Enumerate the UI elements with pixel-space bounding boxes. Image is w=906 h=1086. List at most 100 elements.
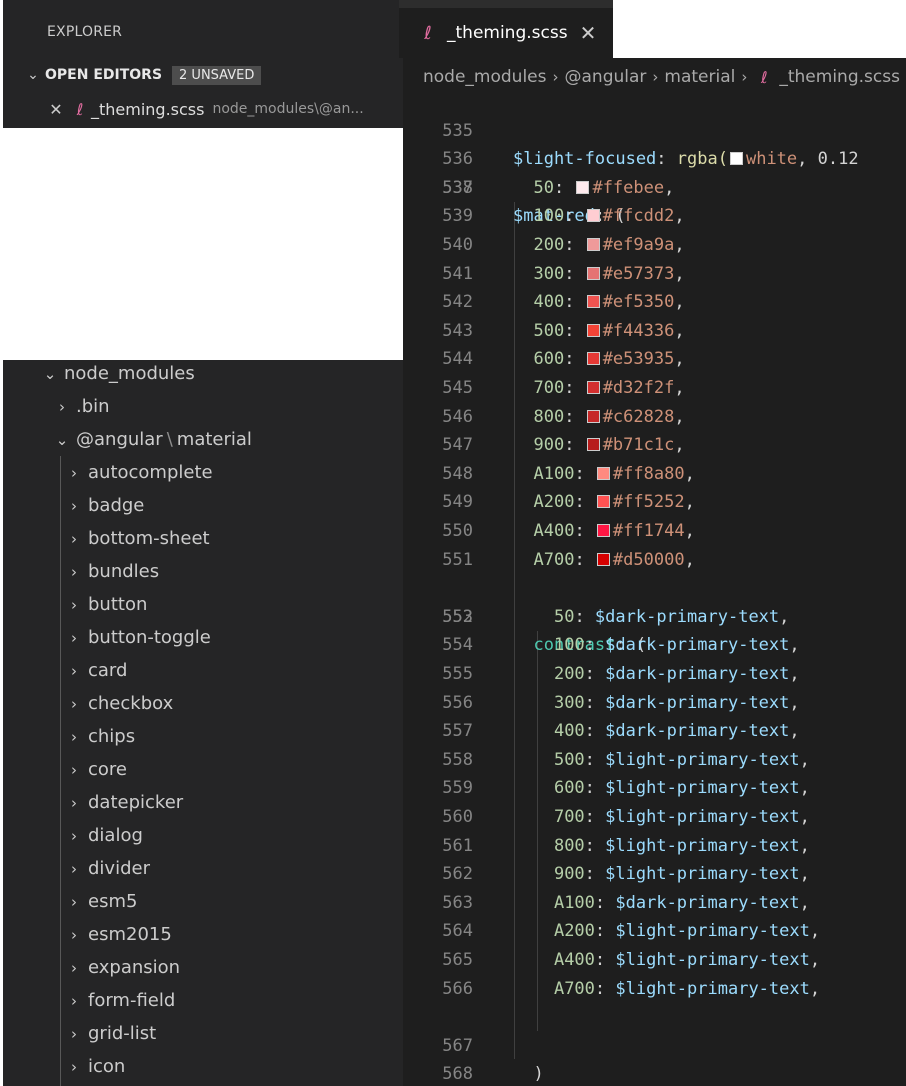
tree-folder-angular-material[interactable]: ⌄ @angular \ material: [51, 423, 252, 456]
code-variable: $light-primary-text: [605, 778, 800, 799]
unsaved-badge: 2 UNSAVED: [172, 65, 262, 85]
color-swatch[interactable]: [586, 438, 600, 452]
tree-label: button: [88, 594, 148, 615]
tree-folder-card[interactable]: › card: [63, 654, 127, 687]
tree-folder-button[interactable]: › button: [63, 588, 147, 621]
tree-folder-chips[interactable]: › chips: [63, 720, 135, 753]
code-line: 561 800: $light-primary-text,: [403, 832, 906, 861]
code-key: A400: [553, 950, 595, 970]
tree-folder-icon[interactable]: › icon: [63, 1050, 125, 1083]
chevron-right-icon: ›: [552, 68, 559, 86]
tree-label: @angular: [76, 429, 163, 450]
tree-folder-dialog[interactable]: › dialog: [63, 819, 143, 852]
color-swatch[interactable]: [596, 552, 610, 566]
code-key: A700: [533, 549, 575, 570]
tree-folder-expansion[interactable]: › expansion: [63, 951, 180, 984]
color-swatch[interactable]: [586, 209, 600, 223]
tree-label: chips: [88, 726, 136, 747]
chevron-right-icon: ›: [71, 694, 77, 713]
tree-label: expansion: [88, 957, 181, 978]
color-swatch[interactable]: [586, 238, 600, 251]
code-variable: $dark-primary-text: [605, 635, 790, 656]
color-swatch[interactable]: [596, 466, 610, 480]
code-line: 541 300: #e57373,: [403, 260, 906, 289]
color-swatch[interactable]: [596, 524, 610, 537]
breadcrumb-material[interactable]: material: [664, 67, 735, 87]
code-variable: $light-primary-text: [615, 978, 810, 999]
code-line: 546 800: #c62828,: [403, 403, 906, 432]
tree-folder-badge[interactable]: › badge: [63, 489, 144, 522]
code-variable: $light-primary-text: [615, 950, 810, 970]
code-line: 554 100: $dark-primary-text,: [403, 631, 906, 660]
code-key: 600: [533, 349, 565, 370]
tree-folder-bin[interactable]: › .bin: [51, 390, 110, 423]
code-key: 300: [553, 692, 585, 713]
color-swatch[interactable]: [586, 295, 600, 309]
tab-label: _theming.scss: [447, 23, 568, 43]
breadcrumb-file[interactable]: _theming.scss: [779, 67, 900, 87]
close-icon[interactable]: ✕: [580, 21, 597, 45]
tree-folder-checkbox[interactable]: › checkbox: [63, 687, 173, 720]
color-swatch[interactable]: [586, 323, 600, 337]
color-swatch[interactable]: [596, 495, 610, 509]
color-swatch[interactable]: [586, 352, 600, 366]
open-editors-section[interactable]: ⌄ OPEN EDITORS 2 UNSAVED: [21, 62, 402, 88]
color-swatch[interactable]: [586, 381, 600, 394]
chevron-right-icon: ›: [71, 661, 77, 680]
code-line: 555 200: $dark-primary-text,: [403, 660, 906, 689]
code-key: 400: [533, 292, 565, 313]
tree-folder-form-field[interactable]: › form-field: [63, 984, 175, 1017]
code-line: 550 A400: #ff1744,: [403, 517, 906, 546]
code-key: 800: [553, 835, 585, 856]
tree-folder-grid-list[interactable]: › grid-list: [63, 1017, 156, 1050]
color-swatch[interactable]: [586, 266, 600, 280]
tree-label: form-field: [88, 990, 176, 1011]
line-number: 541: [442, 263, 473, 284]
breadcrumb-node-modules[interactable]: node_modules: [423, 67, 547, 87]
tree-folder-datepicker[interactable]: › datepicker: [63, 786, 183, 819]
tree-folder-esm2015[interactable]: › esm2015: [63, 918, 172, 951]
code-editor[interactable]: node_modules › @angular › material › ℓ _…: [403, 58, 906, 1086]
color-swatch[interactable]: [576, 180, 590, 194]
tree-folder-divider[interactable]: › divider: [63, 852, 150, 885]
code-line: 549 A200: #ff5252,: [403, 488, 906, 517]
tree-folder-bundles[interactable]: › bundles: [63, 555, 159, 588]
file-tree: ⌄ node_modules › .bin ⌄ @angular \ materia…: [3, 360, 403, 1086]
code-line: 556 300: $dark-primary-text,: [403, 689, 906, 718]
tree-label: .bin: [76, 396, 110, 417]
code-hex-value: #e57373: [602, 263, 675, 284]
line-number: 560: [442, 807, 473, 827]
sass-file-icon: ℓ: [76, 99, 84, 119]
code-variable: $light-primary-text: [615, 921, 810, 942]
tree-folder-bottom-sheet[interactable]: › bottom-sheet: [63, 522, 210, 555]
chevron-right-icon: ›: [71, 991, 77, 1010]
code-key: 900: [533, 435, 565, 456]
code-line: 552 contrast: (: [403, 574, 906, 656]
tree-folder-core[interactable]: › core: [63, 753, 127, 786]
code-key: A700: [553, 978, 595, 999]
tree-folder-button-toggle[interactable]: › button-toggle: [63, 621, 211, 654]
breadcrumb: node_modules › @angular › material › ℓ _…: [423, 64, 906, 90]
chevron-right-icon: ›: [71, 1024, 77, 1043]
tree-folder-autocomplete[interactable]: › autocomplete: [63, 456, 213, 489]
tree-folder-node-modules[interactable]: ⌄ node_modules: [39, 360, 195, 390]
code-key: 500: [553, 749, 585, 770]
code-key: 300: [533, 263, 565, 284]
chevron-right-icon: ›: [59, 397, 65, 416]
tab-theming-scss[interactable]: ℓ _theming.scss ✕: [399, 8, 613, 58]
code-line: 540 200: #ef9a9a,: [403, 231, 906, 260]
code-hex-value: #ff1744: [612, 521, 685, 541]
close-icon[interactable]: ✕: [43, 100, 69, 119]
chevron-right-icon: ›: [71, 496, 77, 515]
open-editor-item[interactable]: ✕ ℓ _theming.scss node_modules\@an...: [43, 96, 403, 122]
tree-label: dialog: [88, 825, 143, 846]
code-line: 559 600: $light-primary-text,: [403, 774, 906, 803]
color-swatch[interactable]: [586, 409, 600, 423]
breadcrumb-angular[interactable]: @angular: [565, 67, 647, 87]
code-key: 700: [533, 378, 565, 398]
chevron-right-icon: ›: [71, 1057, 77, 1076]
code-variable: $light-primary-text: [605, 807, 800, 827]
tree-folder-esm5[interactable]: › esm5: [63, 885, 137, 918]
code-key: 600: [553, 778, 585, 799]
code-hex-value: #c62828: [602, 406, 675, 427]
